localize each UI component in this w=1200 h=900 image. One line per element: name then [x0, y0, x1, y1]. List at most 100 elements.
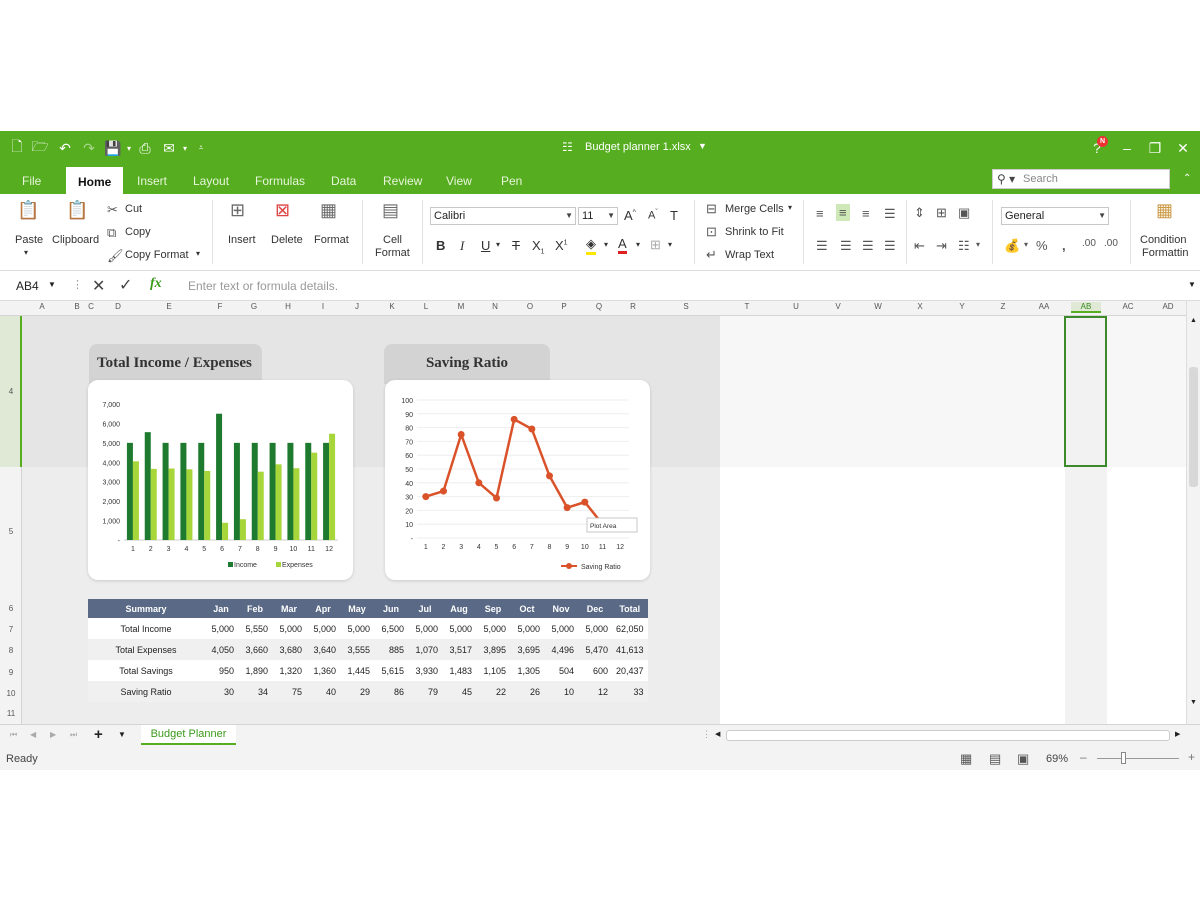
value-cell[interactable]: 5,000: [476, 618, 510, 639]
restore-icon[interactable]: ❐: [1144, 137, 1166, 159]
value-cell[interactable]: 504: [544, 660, 578, 681]
conditional-formatting-label-2[interactable]: Formattin: [1142, 247, 1188, 259]
format-icon[interactable]: ▦: [320, 200, 337, 221]
column-header-u[interactable]: U: [781, 302, 811, 311]
confirm-entry-icon[interactable]: ✓: [119, 275, 132, 295]
indent-icon[interactable]: ▣: [958, 205, 970, 221]
column-header-s[interactable]: S: [671, 302, 701, 311]
value-cell[interactable]: 26: [510, 681, 544, 702]
column-header-w[interactable]: W: [863, 302, 893, 311]
column-header-n[interactable]: N: [480, 302, 510, 311]
value-cell[interactable]: 22: [476, 681, 510, 702]
next-sheet-icon[interactable]: ▶: [50, 730, 56, 739]
value-cell[interactable]: 3,930: [408, 660, 442, 681]
column-header-g[interactable]: G: [239, 302, 269, 311]
increase-font-icon[interactable]: A^: [624, 208, 636, 223]
column-header-q[interactable]: Q: [584, 302, 614, 311]
help-icon[interactable]: ? N: [1086, 136, 1108, 159]
cut-button[interactable]: Cut: [125, 203, 142, 215]
close-icon[interactable]: ✕: [1172, 137, 1194, 159]
search-input[interactable]: ⚲ ▾ Search: [992, 169, 1170, 189]
insert-function-icon[interactable]: fx: [150, 276, 162, 292]
value-cell[interactable]: 1,483: [442, 660, 476, 681]
tab-layout[interactable]: Layout: [193, 174, 229, 188]
column-header-z[interactable]: Z: [988, 302, 1018, 311]
tab-home[interactable]: Home: [66, 167, 124, 194]
zoom-slider-thumb[interactable]: [1121, 752, 1126, 764]
vertical-scroll-thumb[interactable]: [1189, 367, 1198, 487]
value-cell[interactable]: 4,050: [204, 639, 238, 660]
value-cell[interactable]: 34: [238, 681, 272, 702]
value-cell[interactable]: 5,615: [374, 660, 408, 681]
format-button[interactable]: Format: [314, 234, 349, 246]
value-cell[interactable]: 3,695: [510, 639, 544, 660]
cell-format-label-2[interactable]: Format: [375, 247, 410, 259]
column-header-d[interactable]: D: [103, 302, 133, 311]
tabs-splitter-icon[interactable]: ⋮: [702, 729, 711, 740]
insert-button[interactable]: Insert: [228, 234, 256, 246]
currency-icon[interactable]: 💰: [1004, 238, 1020, 254]
value-cell[interactable]: 1,105: [476, 660, 510, 681]
column-header-e[interactable]: E: [154, 302, 184, 311]
column-header-y[interactable]: Y: [947, 302, 977, 311]
value-cell[interactable]: 5,000: [306, 618, 340, 639]
font-color-dropdown-icon[interactable]: ▾: [636, 240, 640, 249]
justify-icon[interactable]: ☰: [884, 206, 896, 222]
value-cell[interactable]: 5,000: [510, 618, 544, 639]
fill-color-dropdown-icon[interactable]: ▾: [604, 240, 608, 249]
paste-button[interactable]: Paste: [15, 234, 43, 246]
conditional-formatting-label-1[interactable]: Condition: [1140, 234, 1186, 246]
value-cell[interactable]: 600: [578, 660, 612, 681]
row-label-cell[interactable]: Total Income: [88, 618, 204, 639]
value-cell[interactable]: 3,640: [306, 639, 340, 660]
row-header-7[interactable]: 7: [0, 625, 22, 634]
currency-dropdown-icon[interactable]: ▾: [1024, 240, 1028, 249]
column-header-c[interactable]: C: [76, 302, 106, 311]
value-cell[interactable]: 5,550: [238, 618, 272, 639]
value-cell[interactable]: 1,320: [272, 660, 306, 681]
last-sheet-icon[interactable]: ⏭: [70, 730, 77, 740]
value-cell[interactable]: 3,895: [476, 639, 510, 660]
value-cell[interactable]: 885: [374, 639, 408, 660]
column-header-aa[interactable]: AA: [1029, 302, 1059, 311]
row-header-5[interactable]: 5: [0, 527, 22, 536]
merge-cells-dropdown-icon[interactable]: ▾: [788, 203, 792, 212]
column-header-m[interactable]: M: [446, 302, 476, 311]
percent-icon[interactable]: %: [1036, 238, 1048, 253]
column-header-k[interactable]: K: [377, 302, 407, 311]
value-cell[interactable]: 5,000: [204, 618, 238, 639]
decrease-decimal-icon[interactable]: .00: [1104, 238, 1118, 249]
value-cell[interactable]: 41,613: [612, 639, 648, 660]
selected-cell-ab4[interactable]: [1064, 316, 1107, 467]
formula-input[interactable]: Enter text or formula details.: [188, 279, 338, 293]
value-cell[interactable]: 20,437: [612, 660, 648, 681]
tab-review[interactable]: Review: [383, 174, 422, 188]
distribute-icon[interactable]: ☰: [884, 238, 896, 254]
column-header-a[interactable]: A: [27, 302, 57, 311]
underline-icon[interactable]: U: [481, 238, 490, 253]
copy-format-dropdown-icon[interactable]: ▾: [196, 249, 200, 258]
column-header-t[interactable]: T: [732, 302, 762, 311]
value-cell[interactable]: 5,000: [272, 618, 306, 639]
font-name-select[interactable]: Calibri ▼: [430, 207, 576, 225]
value-cell[interactable]: 1,305: [510, 660, 544, 681]
value-cell[interactable]: 950: [204, 660, 238, 681]
undo-icon[interactable]: ↶: [56, 139, 74, 157]
value-cell[interactable]: 1,445: [340, 660, 374, 681]
row-label-cell[interactable]: Total Savings: [88, 660, 204, 681]
normal-view-icon[interactable]: ▦: [960, 751, 972, 767]
value-cell[interactable]: 40: [306, 681, 340, 702]
value-cell[interactable]: 3,555: [340, 639, 374, 660]
wrap-text-button[interactable]: Wrap Text: [725, 249, 774, 261]
orientation-icon[interactable]: ⊞: [936, 205, 947, 221]
font-color-icon[interactable]: A: [618, 236, 627, 254]
value-cell[interactable]: 45: [442, 681, 476, 702]
print-icon[interactable]: ⎙: [136, 139, 154, 157]
decrease-indent-icon[interactable]: ⇤: [914, 238, 925, 254]
zoom-out-icon[interactable]: –: [1080, 750, 1087, 764]
increase-indent-icon[interactable]: ⇥: [936, 238, 947, 254]
value-cell[interactable]: 5,000: [442, 618, 476, 639]
column-header-v[interactable]: V: [823, 302, 853, 311]
tab-data[interactable]: Data: [331, 174, 356, 188]
name-box-dropdown-icon[interactable]: ▼: [48, 280, 56, 289]
